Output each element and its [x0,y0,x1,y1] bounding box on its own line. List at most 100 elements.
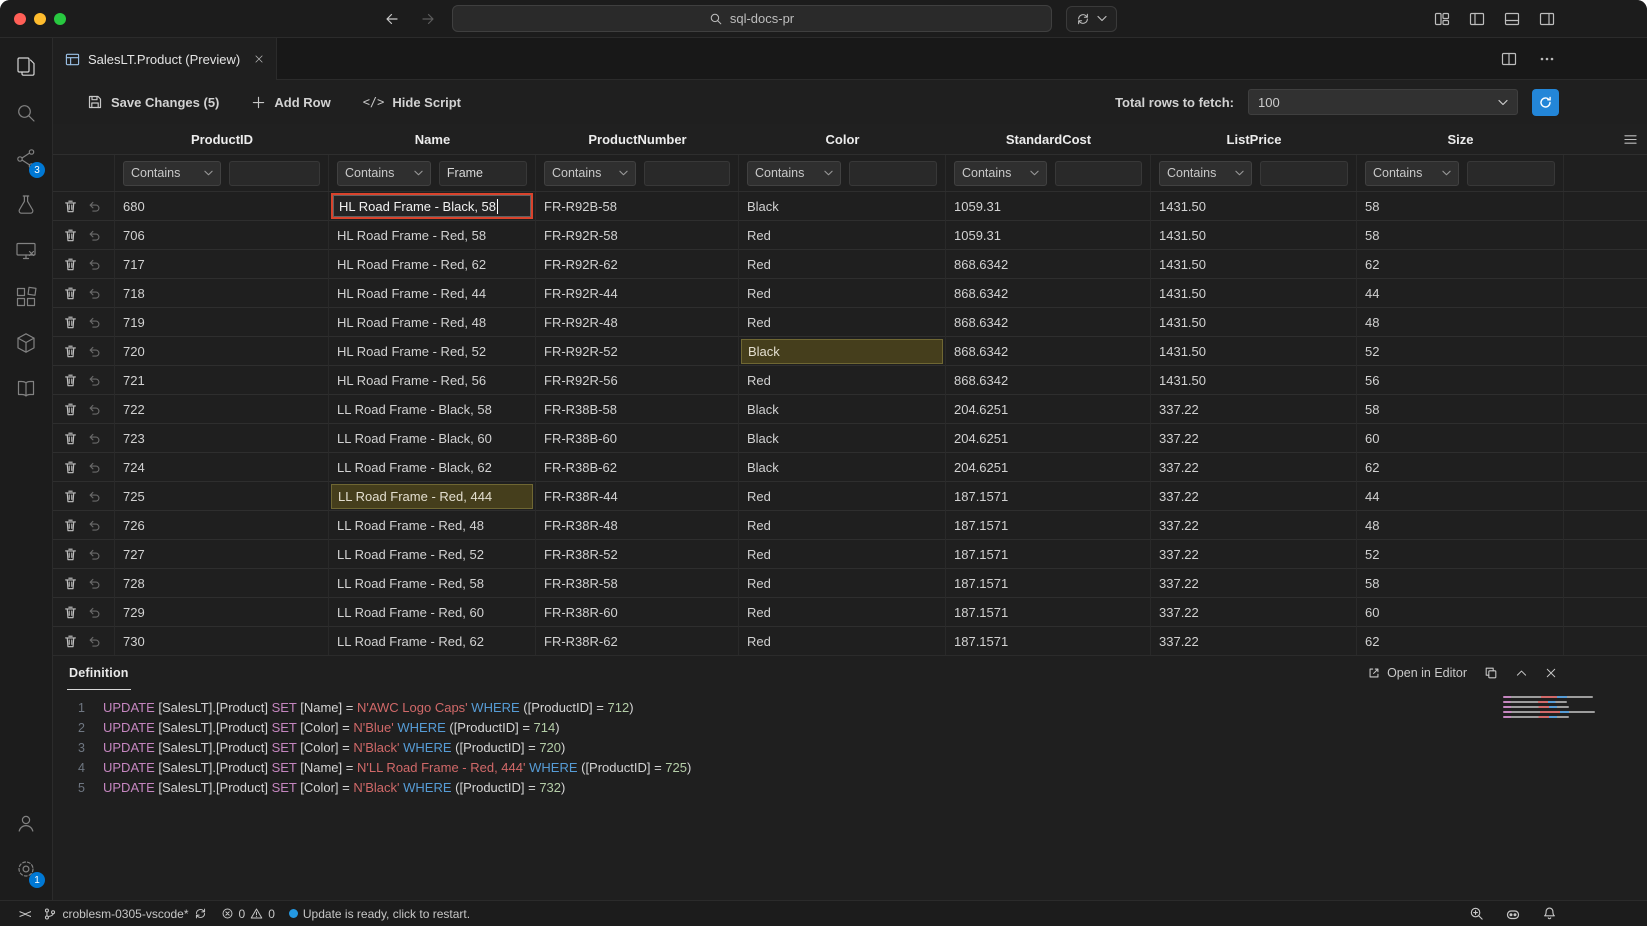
cell-productid[interactable]: 728 [115,569,329,598]
bell-icon[interactable] [1542,906,1557,921]
filter-operator-productid[interactable]: Contains [123,161,221,186]
cell-listprice[interactable]: 1431.50 [1151,221,1357,250]
cell-name[interactable]: HL Road Frame - Red, 48 [329,308,536,337]
cell-productnumber[interactable]: FR-R38R-44 [536,482,739,511]
cell-name[interactable]: LL Road Frame - Black, 62 [329,453,536,482]
filter-input-productnumber[interactable] [644,161,730,186]
filter-input-name[interactable] [439,161,527,186]
delete-row-icon[interactable] [63,576,78,591]
cell-listprice[interactable]: 337.22 [1151,540,1357,569]
minimap[interactable] [1503,696,1595,721]
cell-standardcost[interactable]: 1059.31 [946,221,1151,250]
tab-saleslt-product[interactable]: SalesLT.Product (Preview) [53,38,277,80]
cell-standardcost[interactable]: 204.6251 [946,453,1151,482]
undo-row-icon[interactable] [87,489,102,504]
activity-accounts[interactable] [2,800,50,846]
cell-productnumber[interactable]: FR-R92R-58 [536,221,739,250]
cell-name[interactable]: LL Road Frame - Red, 58 [329,569,536,598]
filter-operator-color[interactable]: Contains [747,161,841,186]
cell-size[interactable]: 62 [1357,250,1564,279]
forward-button[interactable] [420,11,436,27]
cell-listprice[interactable]: 337.22 [1151,453,1357,482]
undo-row-icon[interactable] [87,547,102,562]
filter-input-size[interactable] [1467,161,1555,186]
panel-tab-definition[interactable]: Definition [67,656,131,690]
undo-row-icon[interactable] [87,402,102,417]
cell-name[interactable]: LL Road Frame - Red, 52 [329,540,536,569]
cell-color[interactable]: Red [739,221,946,250]
column-header-size[interactable]: Size [1357,124,1564,154]
copy-icon[interactable] [1484,666,1498,680]
filter-operator-size[interactable]: Contains [1365,161,1459,186]
problems-item[interactable]: 0 0 [214,901,282,926]
cell-size[interactable]: 48 [1357,511,1564,540]
filter-operator-name[interactable]: Contains [337,161,431,186]
command-center-search[interactable]: sql-docs-pr [452,5,1052,32]
cell-productnumber[interactable]: FR-R38R-60 [536,598,739,627]
delete-row-icon[interactable] [63,257,78,272]
cell-name[interactable]: LL Road Frame - Red, 48 [329,511,536,540]
cell-standardcost[interactable]: 868.6342 [946,250,1151,279]
cell-listprice[interactable]: 1431.50 [1151,337,1357,366]
delete-row-icon[interactable] [63,402,78,417]
undo-row-icon[interactable] [87,344,102,359]
undo-row-icon[interactable] [87,257,102,272]
cell-standardcost[interactable]: 204.6251 [946,424,1151,453]
sql-script-editor[interactable]: 1UPDATE [SalesLT].[Product] SET [Name] =… [53,690,1647,900]
cell-color[interactable]: Black [739,192,946,221]
cell-color[interactable]: Red [739,279,946,308]
cell-listprice[interactable]: 337.22 [1151,482,1357,511]
undo-row-icon[interactable] [87,286,102,301]
cell-productid[interactable]: 722 [115,395,329,424]
cell-productid[interactable]: 719 [115,308,329,337]
cell-listprice[interactable]: 1431.50 [1151,279,1357,308]
cell-size[interactable]: 58 [1357,192,1564,221]
delete-row-icon[interactable] [63,431,78,446]
cell-productid[interactable]: 725 [115,482,329,511]
cell-editor[interactable]: HL Road Frame - Black, 58 [331,193,533,219]
delete-row-icon[interactable] [63,344,78,359]
cell-productnumber[interactable]: FR-R92R-44 [536,279,739,308]
code-line-4[interactable]: 4UPDATE [SalesLT].[Product] SET [Name] =… [53,758,1647,778]
cell-productid[interactable]: 720 [115,337,329,366]
close-panel-icon[interactable] [1545,667,1557,679]
cell-listprice[interactable]: 337.22 [1151,627,1357,655]
activity-source-control[interactable]: 3 [2,136,50,182]
close-tab-icon[interactable] [254,54,264,64]
cell-standardcost[interactable]: 868.6342 [946,279,1151,308]
activity-testing[interactable] [2,182,50,228]
delete-row-icon[interactable] [63,373,78,388]
cell-color[interactable]: Red [739,482,946,511]
undo-row-icon[interactable] [87,199,102,214]
cell-name[interactable]: HL Road Frame - Red, 44 [329,279,536,308]
cell-color[interactable]: Black [739,395,946,424]
cell-name[interactable]: LL Road Frame - Red, 444 [329,482,536,511]
cell-size[interactable]: 44 [1357,279,1564,308]
toggle-primary-sidebar-icon[interactable] [1469,11,1485,27]
column-header-name[interactable]: Name [329,124,536,154]
cell-productnumber[interactable]: FR-R38B-62 [536,453,739,482]
cell-size[interactable]: 62 [1357,627,1564,655]
cell-name[interactable]: LL Road Frame - Black, 60 [329,424,536,453]
back-button[interactable] [384,11,400,27]
cell-standardcost[interactable]: 868.6342 [946,337,1151,366]
undo-row-icon[interactable] [87,460,102,475]
cell-listprice[interactable]: 1431.50 [1151,366,1357,395]
cell-productnumber[interactable]: FR-R92B-58 [536,192,739,221]
cell-standardcost[interactable]: 187.1571 [946,627,1151,655]
cell-productnumber[interactable]: FR-R38B-58 [536,395,739,424]
activity-explorer[interactable] [2,44,50,90]
cell-productid[interactable]: 729 [115,598,329,627]
cell-productid[interactable]: 724 [115,453,329,482]
cell-size[interactable]: 44 [1357,482,1564,511]
cell-listprice[interactable]: 337.22 [1151,569,1357,598]
filter-input-productid[interactable] [229,161,320,186]
toggle-panel-icon[interactable] [1504,11,1520,27]
add-row-button[interactable]: Add Row [251,95,330,110]
open-in-editor-button[interactable]: Open in Editor [1367,666,1467,680]
delete-row-icon[interactable] [63,634,78,649]
cell-size[interactable]: 58 [1357,395,1564,424]
activity-extensions[interactable] [2,274,50,320]
cell-size[interactable]: 62 [1357,453,1564,482]
refresh-button[interactable] [1532,89,1559,116]
